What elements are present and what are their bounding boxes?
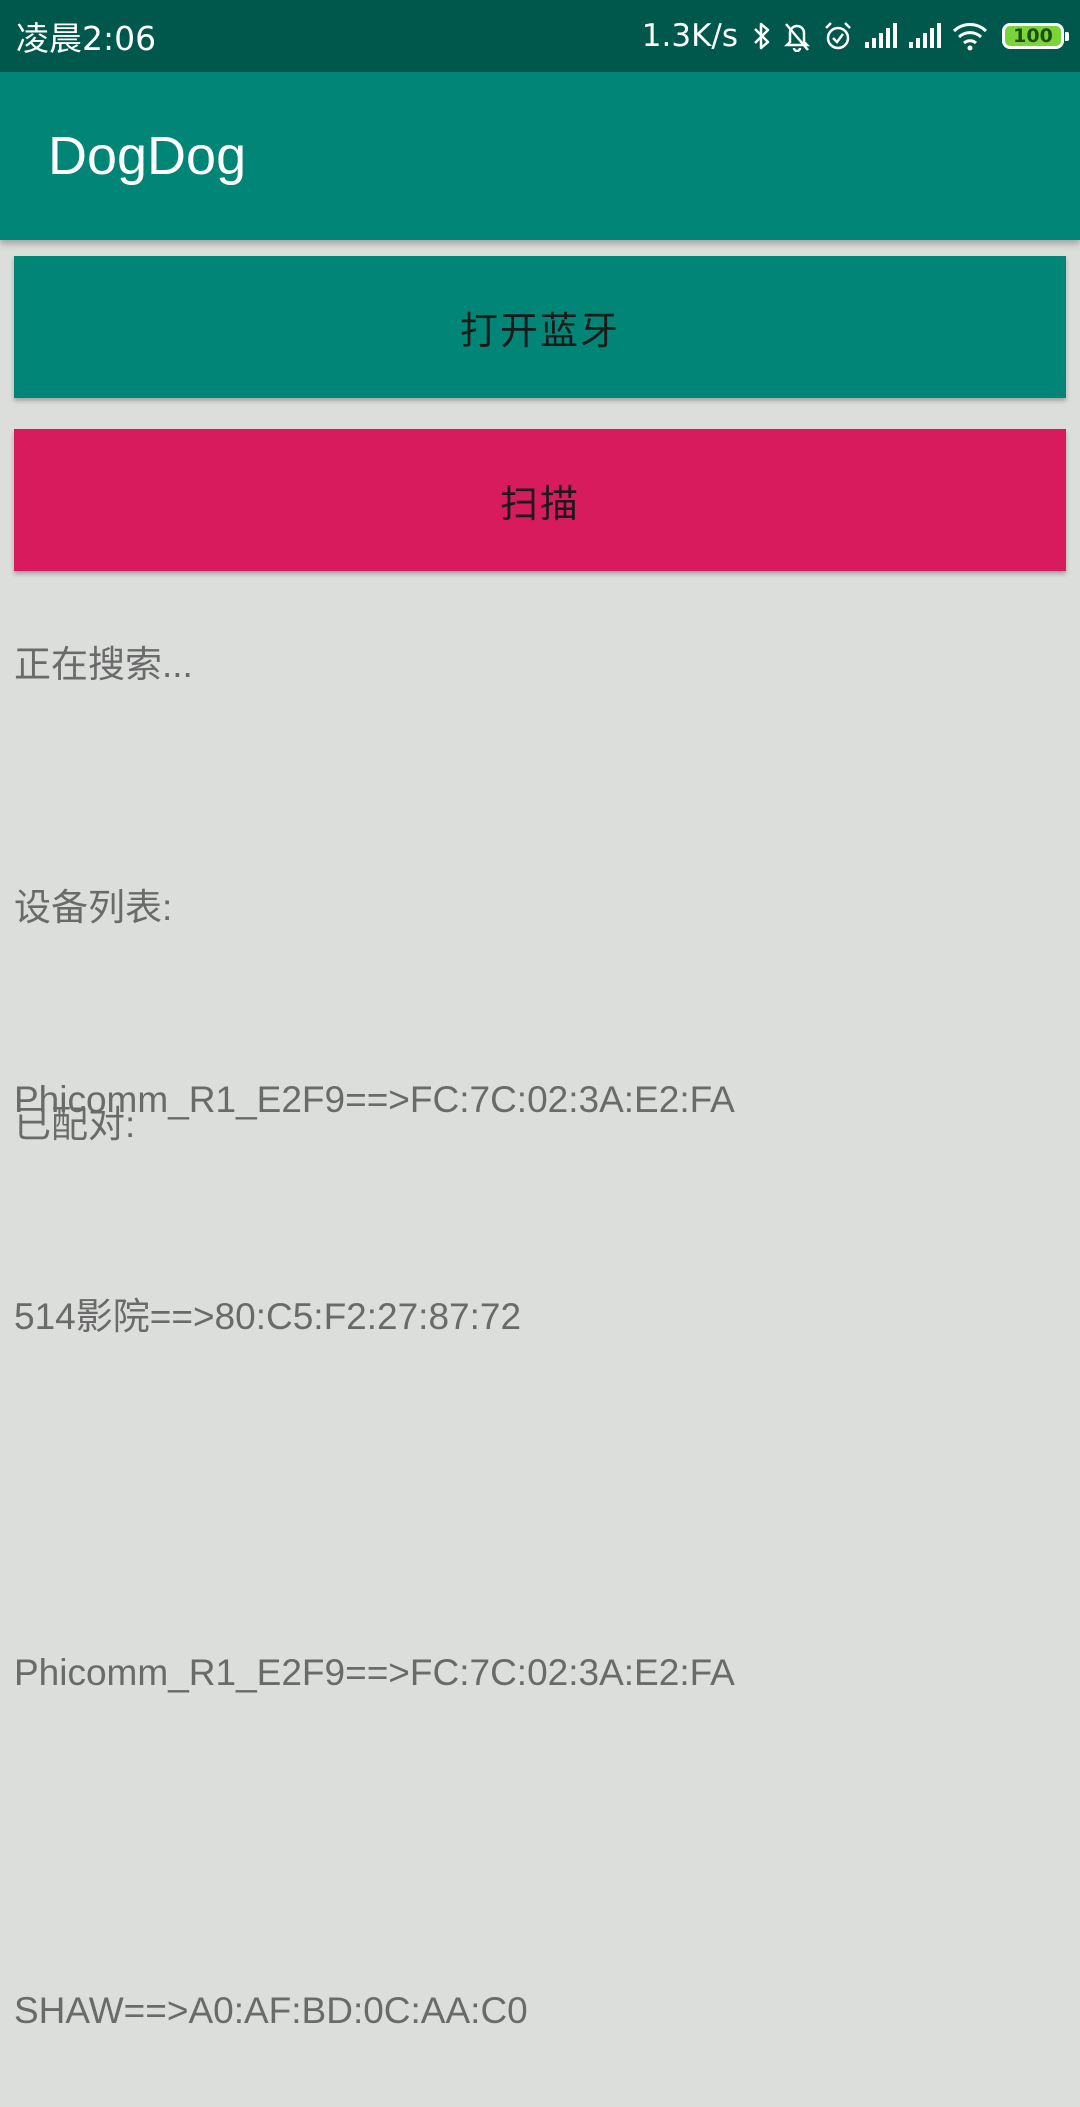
paired-list-header: 已配对: (14, 1104, 136, 1145)
app-bar: DogDog (0, 72, 1080, 240)
network-speed: 1.3K/s (641, 18, 738, 54)
paired-list: 已配对: 514影院==>80:C5:F2:27:87:72 Phicomm_R… (14, 965, 735, 2107)
status-icons: 1.3K/s 100 (641, 18, 1069, 54)
paired-list-item: 514影院==>80:C5:F2:27:87:72 (14, 1296, 522, 1337)
app-title: DogDog (48, 126, 247, 186)
paired-list-item: Phicomm_R1_E2F9==>FC:7C:02:3A:E2:FA (14, 1652, 735, 1693)
mute-bell-icon (782, 20, 812, 52)
device-list-header: 设备列表: (14, 887, 173, 928)
battery-level: 100 (1013, 24, 1053, 47)
alarm-icon (822, 20, 854, 52)
status-bar: 凌晨2:06 1.3K/s 100 (0, 0, 1080, 72)
bluetooth-icon (752, 20, 772, 52)
open-bluetooth-button[interactable]: 打开蓝牙 (14, 256, 1066, 398)
paired-list-item: SHAW==>A0:AF:BD:0C:AA:C0 (14, 1990, 528, 2031)
scan-button[interactable]: 扫描 (14, 429, 1066, 571)
status-time: 凌晨2:06 (16, 19, 157, 58)
signal-icon (864, 22, 898, 50)
battery-icon: 100 (1002, 23, 1069, 49)
wifi-icon (952, 21, 988, 51)
signal-icon (908, 22, 942, 50)
search-status-text: 正在搜索... (14, 644, 193, 685)
